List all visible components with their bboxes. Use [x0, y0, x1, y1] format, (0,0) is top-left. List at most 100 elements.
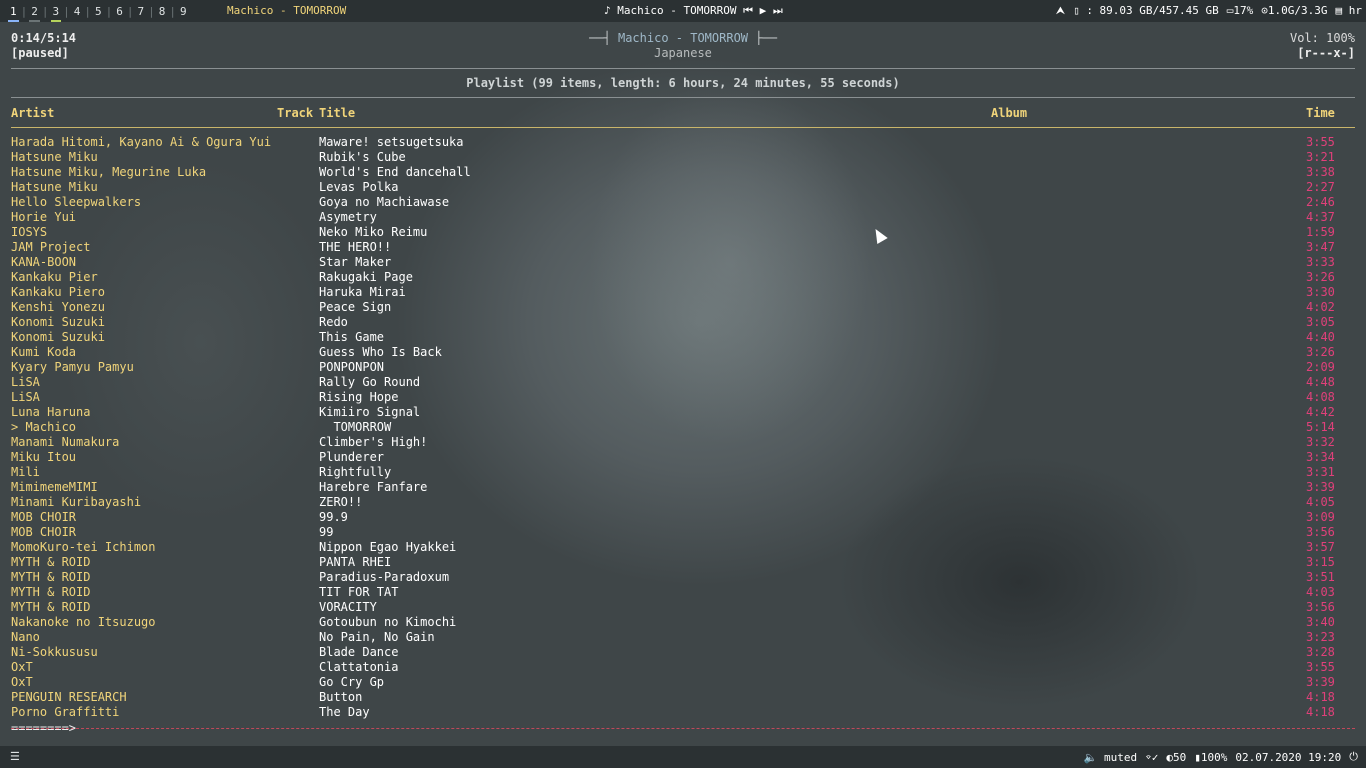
workspace-2[interactable]: 2: [27, 5, 42, 22]
workspace-8[interactable]: 8: [155, 5, 170, 18]
playlist-row[interactable]: MYTH & ROID TIT FOR TAT 4:03: [0, 585, 1366, 600]
playlist-row[interactable]: Luna Haruna Kimiiro Signal 4:42: [0, 405, 1366, 420]
playlist-row[interactable]: Kyary Pamyu Pamyu PONPONPON 2:09: [0, 360, 1366, 375]
playlist-row[interactable]: Harada Hitomi, Kayano Ai & Ogura Yui Mawa…: [0, 135, 1366, 150]
row-time: 4:18: [1306, 705, 1335, 719]
playlist-row[interactable]: LiSA Rally Go Round 4:48: [0, 375, 1366, 390]
playlist-row[interactable]: Porno Graffitti The Day 4:18: [0, 705, 1366, 720]
playlist-row[interactable]: Konomi Suzuki This Game 4:40: [0, 330, 1366, 345]
row-title: 99.9: [319, 510, 348, 524]
clock[interactable]: 02.07.2020 19:20: [1235, 751, 1341, 764]
row-time: 2:27: [1306, 180, 1335, 194]
workspace-separator: |: [63, 4, 70, 18]
workspace-7[interactable]: 7: [134, 5, 149, 18]
current-song: Machico - TOMORROW: [617, 31, 749, 45]
column-time[interactable]: Time: [1306, 106, 1335, 120]
row-title: Clattatonia: [319, 660, 399, 674]
playlist-row[interactable]: MimimemeMIMI Harebre Fanfare 3:39: [0, 480, 1366, 495]
row-title: Gotoubun no Kimochi: [319, 615, 457, 629]
row-time: 4:37: [1306, 210, 1335, 224]
playlist-row[interactable]: Nano No Pain, No Gain 3:23: [0, 630, 1366, 645]
column-title[interactable]: Title: [319, 106, 355, 120]
row-time: 3:39: [1306, 480, 1335, 494]
row-artist: MYTH & ROID: [11, 600, 91, 614]
row-title: Levas Polka: [319, 180, 399, 194]
playlist-row[interactable]: JAM Project THE HERO!! 3:47: [0, 240, 1366, 255]
power-icon[interactable]: ⏻: [1349, 750, 1358, 764]
playlist-row[interactable]: LiSA Rising Hope 4:08: [0, 390, 1366, 405]
playlist-row[interactable]: Hatsune Miku Levas Polka 2:27: [0, 180, 1366, 195]
row-title: No Pain, No Gain: [319, 630, 435, 644]
playlist-row[interactable]: Hatsune Miku Rubik's Cube 3:21: [0, 150, 1366, 165]
workspace-9[interactable]: 9: [176, 5, 191, 18]
column-artist[interactable]: Artist: [11, 106, 54, 120]
playlist-row[interactable]: Manami Numakura Climber's High! 3:32: [0, 435, 1366, 450]
playlist-row[interactable]: OxT Go Cry Gp 3:39: [0, 675, 1366, 690]
row-artist: Hatsune Miku: [11, 180, 98, 194]
workspace-3[interactable]: 3: [49, 5, 64, 22]
row-time: 2:09: [1306, 360, 1335, 374]
memory-icon: ⊙: [1261, 4, 1268, 17]
workspace-4[interactable]: 4: [70, 5, 85, 18]
row-time: 3:55: [1306, 660, 1335, 674]
workspace-6[interactable]: 6: [112, 5, 127, 18]
playlist-row[interactable]: MomoKuro-tei Ichimon Nippon Egao Hyakkei 3…: [0, 540, 1366, 555]
row-artist: Mili: [11, 465, 40, 479]
playlist-row[interactable]: MYTH & ROID Paradius-Paradoxum 3:51: [0, 570, 1366, 585]
playlist-row[interactable]: MYTH & ROID PANTA RHEI 3:15: [0, 555, 1366, 570]
playlist-info: Playlist (99 items, length: 6 hours, 24 …: [466, 76, 900, 90]
wifi-status[interactable]: ⌔✓: [1145, 751, 1158, 764]
playlist-row[interactable]: Minami Kuribayashi ZERO!! 4:05: [0, 495, 1366, 510]
workspace-5[interactable]: 5: [91, 5, 106, 18]
playlist-row[interactable]: Kenshi Yonezu Peace Sign 4:02: [0, 300, 1366, 315]
row-title: VORACITY: [319, 600, 377, 614]
row-artist: Hello Sleepwalkers: [11, 195, 142, 209]
row-title: Nippon Egao Hyakkei: [319, 540, 457, 554]
progress-bar[interactable]: ========>: [11, 721, 76, 735]
playlist-row[interactable]: PENGUIN RESEARCH Button 4:18: [0, 690, 1366, 705]
disk-icon: ▯: [1073, 4, 1080, 17]
keyboard-status: ▤ hr: [1336, 0, 1363, 22]
playlist-row[interactable]: Ni-Sokkususu Blade Dance 3:28: [0, 645, 1366, 660]
volume-status[interactable]: 🔈 muted: [1084, 751, 1137, 764]
playlist-row[interactable]: Konomi Suzuki Redo 3:05: [0, 315, 1366, 330]
playlist-row[interactable]: Miku Itou Plunderer 3:34: [0, 450, 1366, 465]
playlist-row[interactable]: Hatsune Miku, Megurine Luka World's End d…: [0, 165, 1366, 180]
row-title: PANTA RHEI: [319, 555, 392, 569]
playlist-row[interactable]: Horie Yui Asymetry 4:37: [0, 210, 1366, 225]
row-time: 3:39: [1306, 675, 1335, 689]
row-title: Haruka Mirai: [319, 285, 406, 299]
playlist-row[interactable]: MOB CHOIR 99.9 3:09: [0, 510, 1366, 525]
playlist-row-current[interactable]: > Machico TOMORROW 5:14: [0, 420, 1366, 435]
column-track[interactable]: Track: [277, 106, 313, 120]
playlist-row[interactable]: Mili Rightfully 3:31: [0, 465, 1366, 480]
workspace-separator: |: [41, 4, 49, 18]
playlist-row[interactable]: Hello Sleepwalkers Goya no Machiawase 2:46: [0, 195, 1366, 210]
row-title: Rightfully: [319, 465, 392, 479]
playlist-row[interactable]: KANA-BOON Star Maker 3:33: [0, 255, 1366, 270]
disk-usage: : 89.03 GB/457.45 GB: [1086, 4, 1219, 17]
row-title: Asymetry: [319, 210, 377, 224]
row-time: 4:42: [1306, 405, 1335, 419]
row-title: World's End dancehall: [319, 165, 471, 179]
row-artist: IOSYS: [11, 225, 48, 239]
playlist-row[interactable]: IOSYS Neko Miko Reimu 1:59: [0, 225, 1366, 240]
playlist-row[interactable]: Kumi Koda Guess Who Is Back 3:26: [0, 345, 1366, 360]
playlist-row[interactable]: MYTH & ROID VORACITY 3:56: [0, 600, 1366, 615]
playlist-row[interactable]: MOB CHOIR 99 3:56: [0, 525, 1366, 540]
row-time: 5:14: [1306, 420, 1335, 434]
playlist-row[interactable]: Kankaku Piero Haruka Mirai 3:30: [0, 285, 1366, 300]
column-album[interactable]: Album: [991, 106, 1027, 120]
playlist-row[interactable]: Nakanoke no Itsuzugo Gotoubun no Kimochi 3…: [0, 615, 1366, 630]
playlist-row[interactable]: OxT Clattatonia 3:55: [0, 660, 1366, 675]
row-title: Blade Dance: [319, 645, 399, 659]
brightness-status[interactable]: ◐50: [1166, 751, 1186, 764]
workspace-separator: |: [169, 4, 176, 18]
workspace-1[interactable]: 1: [6, 5, 21, 22]
media-controls[interactable]: ⏮ ▶ ⏭: [743, 4, 783, 17]
menu-icon[interactable]: ☰: [10, 746, 20, 768]
row-title: Rakugaki Page: [319, 270, 413, 284]
now-playing: ♪ Machico - TOMORROW ⏮ ▶ ⏭: [604, 0, 783, 22]
playlist-row[interactable]: Kankaku Pier Rakugaki Page 3:26: [0, 270, 1366, 285]
column-divider: [11, 127, 1355, 128]
